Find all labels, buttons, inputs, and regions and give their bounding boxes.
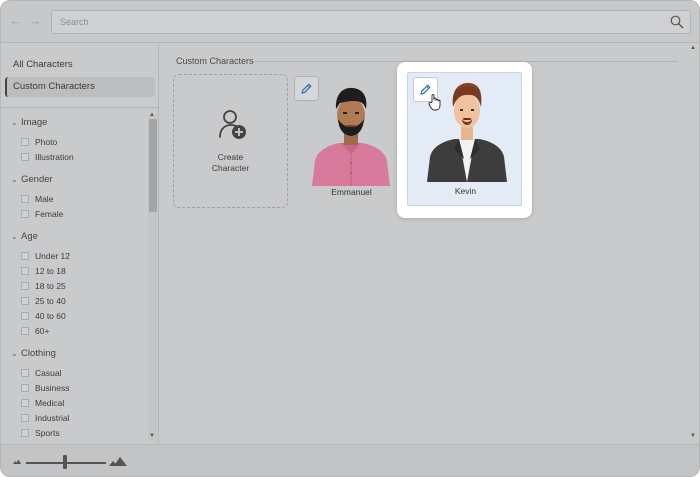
option-label: Industrial — [35, 413, 70, 423]
filter-option-female[interactable]: Female — [21, 208, 63, 220]
filter-group-label: Gender — [21, 174, 53, 185]
filter-group-label: Age — [21, 231, 38, 242]
sidebar-item-all-characters[interactable]: All Characters — [5, 55, 155, 75]
zoom-in-icon[interactable] — [109, 456, 127, 466]
scroll-down-icon[interactable]: ▼ — [149, 433, 155, 439]
filter-option-illustration[interactable]: Illustration — [21, 151, 74, 163]
scroll-up-icon[interactable]: ▲ — [690, 45, 696, 51]
arrow-right-icon[interactable]: → — [28, 14, 42, 28]
filter-option-12-to-18[interactable]: 12 to 18 — [21, 265, 66, 277]
sidebar-scroll-thumb[interactable] — [149, 119, 157, 212]
character-card-kevin[interactable]: Kevin — [407, 72, 522, 206]
filter-option-40-to-60[interactable]: 40 to 60 — [21, 310, 66, 322]
option-label: 12 to 18 — [35, 266, 66, 276]
main-content: Custom Characters ▲ ▼ Create Character E… — [160, 44, 699, 444]
sidebar: All Characters Custom Characters ⌄ Image … — [1, 44, 159, 444]
filter-option-male[interactable]: Male — [21, 193, 53, 205]
checkbox[interactable] — [21, 252, 29, 260]
section-title: Custom Characters — [176, 56, 254, 66]
search-icon[interactable] — [670, 15, 684, 29]
filter-option-photo[interactable]: Photo — [21, 136, 57, 148]
filter-option-business[interactable]: Business — [21, 382, 70, 394]
zoom-out-icon[interactable] — [13, 458, 21, 464]
option-label: Business — [35, 383, 70, 393]
option-label: Casual — [35, 368, 62, 378]
option-label: 40 to 60 — [35, 311, 66, 321]
avatar-emmanuel — [312, 87, 390, 186]
arrow-left-icon[interactable]: ← — [9, 14, 23, 28]
zoom-slider-thumb[interactable] — [63, 455, 67, 469]
filter-group-label: Clothing — [21, 348, 56, 359]
option-label: Sports — [35, 428, 60, 438]
checkbox[interactable] — [21, 282, 29, 290]
checkbox[interactable] — [21, 414, 29, 422]
option-label: Illustration — [35, 152, 74, 162]
sidebar-item-custom-characters[interactable]: Custom Characters — [5, 77, 155, 97]
checkbox[interactable] — [21, 384, 29, 392]
filter-option-60-plus[interactable]: 60+ — [21, 325, 49, 337]
checkbox[interactable] — [21, 267, 29, 275]
filter-group-age[interactable]: ⌄ Age — [11, 230, 38, 244]
chevron-down-icon: ⌄ — [11, 232, 18, 241]
top-bar: ← → — [1, 1, 699, 43]
create-character-card[interactable]: Create Character — [173, 74, 288, 208]
character-name: Emmanuel — [331, 187, 372, 197]
checkbox[interactable] — [21, 399, 29, 407]
create-label-line2: Character — [211, 163, 250, 173]
checkbox[interactable] — [21, 153, 29, 161]
filter-group-image[interactable]: ⌄ Image — [11, 116, 47, 130]
option-label: 60+ — [35, 326, 50, 336]
option-label: Photo — [35, 137, 58, 147]
filter-group-clothing[interactable]: ⌄ Clothing — [11, 347, 56, 361]
character-card-emmanuel[interactable]: Emmanuel — [294, 74, 409, 208]
checkbox[interactable] — [21, 195, 29, 203]
checkbox[interactable] — [21, 429, 29, 437]
sidebar-divider — [1, 107, 159, 108]
option-label: 25 to 40 — [35, 296, 66, 306]
option-label: Male — [35, 194, 54, 204]
filter-option-25-to-40[interactable]: 25 to 40 — [21, 295, 66, 307]
chevron-down-icon: ⌄ — [11, 118, 18, 127]
filter-group-label: Image — [21, 117, 48, 128]
checkbox[interactable] — [21, 138, 29, 146]
option-label: 18 to 25 — [35, 281, 66, 291]
search-box[interactable] — [51, 10, 691, 34]
character-card-kevin-focus: Kevin — [397, 62, 532, 218]
filter-option-medical[interactable]: Medical — [21, 397, 64, 409]
filter-option-casual[interactable]: Casual — [21, 367, 61, 379]
checkbox[interactable] — [21, 327, 29, 335]
search-input[interactable] — [60, 14, 660, 30]
chevron-down-icon: ⌄ — [11, 175, 18, 184]
filter-group-gender[interactable]: ⌄ Gender — [11, 173, 53, 187]
user-plus-icon — [219, 110, 246, 139]
filter-option-sports[interactable]: Sports — [21, 427, 60, 439]
scroll-down-icon[interactable]: ▼ — [690, 433, 696, 439]
create-label-line1: Create — [217, 152, 244, 162]
filter-option-industrial[interactable]: Industrial — [21, 412, 70, 424]
create-character-label: Create Character — [174, 152, 287, 174]
checkbox[interactable] — [21, 312, 29, 320]
filter-panel: ⌄ Image Photo Illustration ⌄ Gender Male F… — [1, 114, 147, 440]
chevron-down-icon: ⌄ — [11, 349, 18, 358]
checkbox[interactable] — [21, 369, 29, 377]
checkbox[interactable] — [21, 210, 29, 218]
bottom-bar — [1, 444, 699, 476]
filter-option-18-to-25[interactable]: 18 to 25 — [21, 280, 66, 292]
option-label: Medical — [35, 398, 65, 408]
character-name: Kevin — [454, 186, 477, 196]
app-window: ← → All Characters Custom Characters ⌄Im… — [0, 0, 700, 477]
option-label: Female — [35, 209, 64, 219]
hand-cursor-icon — [428, 94, 441, 111]
filter-option-under-12[interactable]: Under 12 — [21, 250, 70, 262]
option-label: Under 12 — [35, 251, 70, 261]
checkbox[interactable] — [21, 297, 29, 305]
scroll-up-icon[interactable]: ▲ — [149, 112, 155, 118]
